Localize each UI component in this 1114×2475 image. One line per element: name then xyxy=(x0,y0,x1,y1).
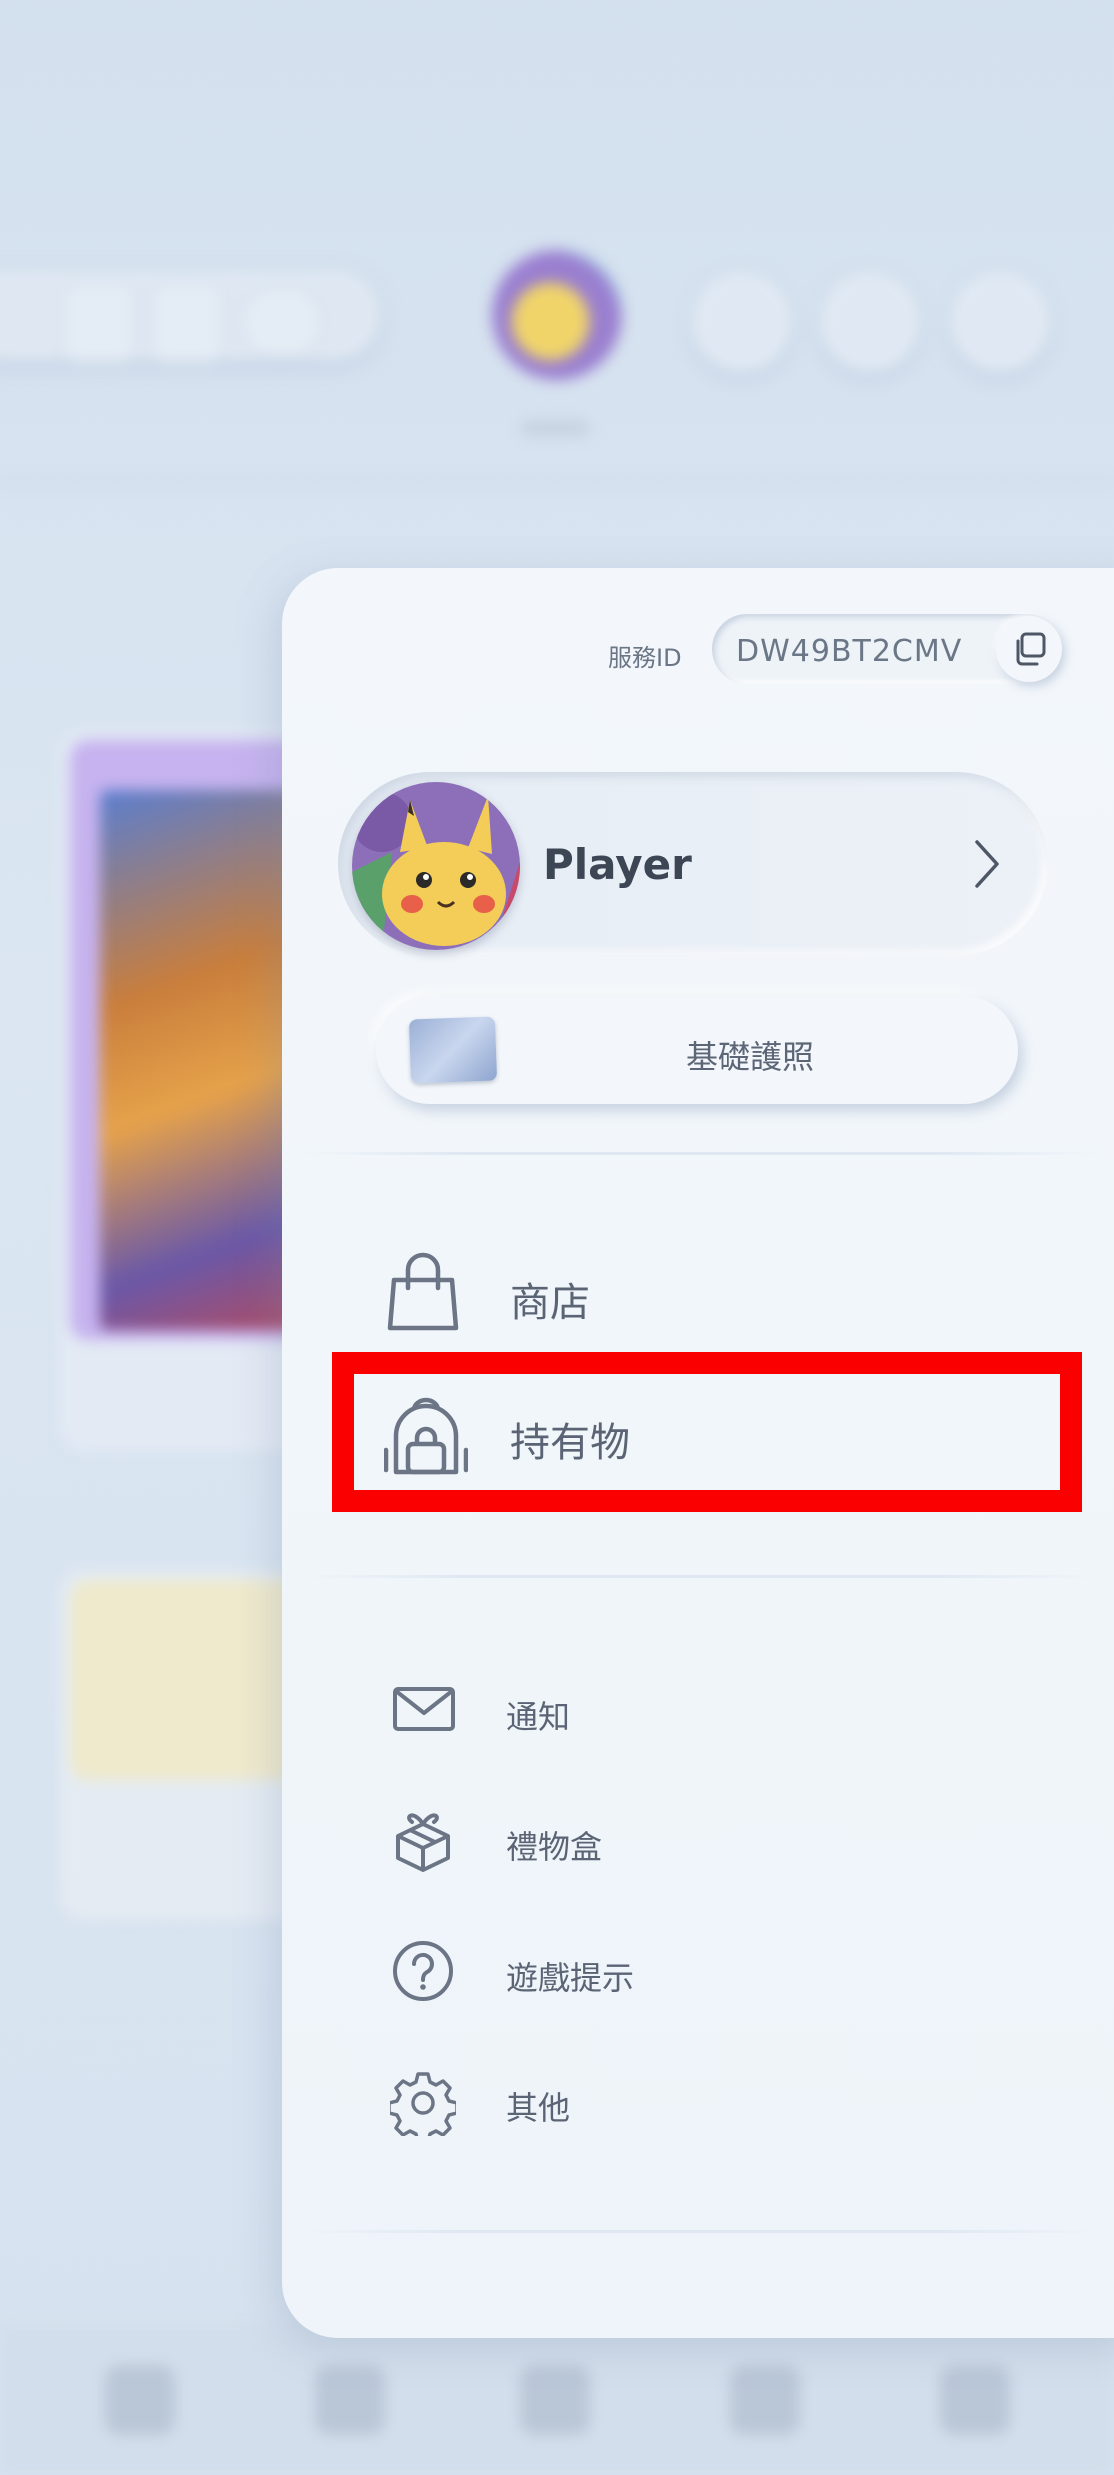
background-avatar xyxy=(492,250,622,380)
menu-item-others-label: 其他 xyxy=(506,2089,571,2127)
section-divider xyxy=(300,1575,1100,1578)
section-divider xyxy=(300,1152,1100,1155)
background-nav-icon xyxy=(730,2365,800,2435)
shopping-bag-icon xyxy=(387,1252,459,1331)
background-nav-icon xyxy=(315,2365,385,2435)
menu-item-gift-box-label: 禮物盒 xyxy=(506,1828,603,1866)
background-tile xyxy=(62,280,136,364)
passport-icon xyxy=(408,1016,498,1084)
menu-item-game-tips-label: 遊戲提示 xyxy=(506,1959,635,1997)
player-name: Player xyxy=(543,840,692,889)
background-nav-icon xyxy=(105,2365,175,2435)
background-avatar-name xyxy=(520,420,590,436)
background-nav-icon xyxy=(940,2365,1010,2435)
avatar[interactable] xyxy=(352,782,520,950)
background-tile xyxy=(150,280,224,364)
service-id-value: DW49BT2CMV xyxy=(736,634,963,669)
copy-service-id-button[interactable] xyxy=(996,616,1062,682)
service-id-label: 服務ID xyxy=(608,644,682,672)
copy-icon xyxy=(1016,632,1046,666)
background-divider xyxy=(0,480,1114,484)
background-round-button xyxy=(820,272,920,372)
background-nav-icon xyxy=(520,2365,590,2435)
section-divider xyxy=(300,2230,1100,2233)
basic-passport-label: 基礎護照 xyxy=(686,1038,815,1076)
gift-box-icon xyxy=(396,1813,450,1872)
menu-item-shop-label: 商店 xyxy=(510,1280,590,1326)
background-tile xyxy=(240,285,324,359)
highlight-annotation-box xyxy=(332,1352,1082,1512)
question-circle-icon xyxy=(393,1941,453,2001)
menu-item-notifications-label: 通知 xyxy=(506,1698,571,1736)
pikachu-avatar-image xyxy=(352,782,520,950)
background-round-button xyxy=(950,272,1050,372)
gear-icon xyxy=(390,2072,456,2136)
chevron-right-icon xyxy=(975,840,999,888)
background-round-button xyxy=(692,272,792,372)
envelope-icon xyxy=(393,1687,455,1731)
